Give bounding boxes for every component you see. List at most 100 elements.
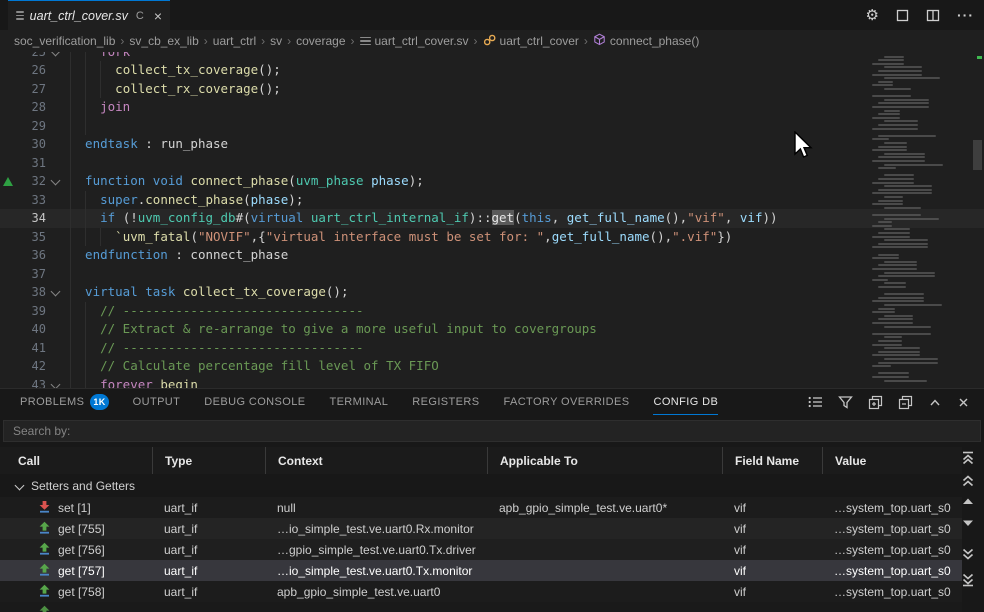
cell-applicable: apb_gpio_simple_test.ve.uart0* [487, 501, 722, 515]
token: forever [100, 377, 153, 389]
minimap-line [878, 124, 918, 126]
scroll-up-icon[interactable] [960, 496, 976, 506]
code-line[interactable]: 34if (!uvm_config_db#(virtual uart_ctrl_… [0, 209, 984, 228]
split-editor-icon[interactable] [926, 9, 940, 22]
maximize-panel-icon[interactable] [928, 396, 942, 409]
minimap-line [872, 322, 913, 324]
minimap-line [872, 344, 902, 346]
panel-tab-output[interactable]: OUTPUT [133, 389, 181, 415]
minimap-line [878, 70, 922, 72]
code-line[interactable]: 35`uvm_fatal("NOVIF",{"virtual interface… [0, 228, 984, 247]
code-line[interactable]: 38virtual task collect_tx_coverage(); [0, 283, 984, 302]
cell-type: uart_if [152, 501, 265, 515]
breadcrumb-folder[interactable]: soc_verification_lib [14, 34, 115, 48]
token: fork [100, 52, 130, 59]
tasklist-icon[interactable] [808, 395, 823, 409]
panel-tab-terminal[interactable]: TERMINAL [329, 389, 388, 415]
code-line[interactable]: 27collect_rx_coverage(); [0, 80, 984, 99]
token: #( [236, 210, 251, 225]
column-type[interactable]: Type [152, 447, 265, 474]
panel-tab-problems[interactable]: PROBLEMS1K [20, 389, 109, 415]
code-text: // -------------------------------- [66, 302, 984, 321]
minimap[interactable] [868, 52, 948, 388]
panel-tab-label: DEBUG CONSOLE [204, 396, 305, 408]
panel-actions [808, 389, 970, 415]
fold-spacer [46, 265, 66, 284]
code-line[interactable]: 29 [0, 117, 984, 136]
panel-tab-debug-console[interactable]: DEBUG CONSOLE [204, 389, 305, 415]
duplicate-minus-icon[interactable] [898, 395, 913, 410]
breadcrumb-separator: › [584, 34, 588, 48]
tab-close-icon[interactable]: × [154, 8, 162, 24]
scroll-to-top-icon[interactable] [960, 451, 976, 465]
group-setters-and-getters[interactable]: Setters and Getters [0, 476, 962, 496]
code-line[interactable]: 26collect_tx_coverage(); [0, 61, 984, 80]
search-input[interactable] [11, 423, 980, 439]
editor-scrollbar-thumb[interactable] [973, 140, 982, 170]
scroll-down-icon[interactable] [960, 518, 976, 528]
code-line[interactable]: 25fork [0, 52, 984, 61]
layout-square-icon[interactable] [896, 9, 909, 22]
breadcrumb-folder[interactable]: uart_ctrl [213, 34, 256, 48]
panel-tab-factory-overrides[interactable]: FACTORY OVERRIDES [503, 389, 629, 415]
fold-chevron-icon[interactable] [46, 376, 66, 389]
glyph-margin [0, 52, 20, 61]
breadcrumb-folder[interactable]: sv [270, 34, 282, 48]
column-call[interactable]: Call [0, 447, 152, 474]
column-value[interactable]: Value [822, 447, 962, 474]
code-line[interactable]: 30endtask : run_phase [0, 135, 984, 154]
code-line[interactable]: 39// -------------------------------- [0, 302, 984, 321]
page-down-icon[interactable] [960, 548, 976, 560]
code-line[interactable]: 36endfunction : connect_phase [0, 246, 984, 265]
panel-tab-config-db[interactable]: CONFIG DB [653, 389, 718, 415]
column-context[interactable]: Context [265, 447, 487, 474]
call-label: get [757] [58, 564, 105, 578]
more-actions-icon[interactable]: ··· [957, 8, 974, 22]
fold-chevron-icon[interactable] [46, 52, 66, 61]
breadcrumb-file[interactable]: uart_ctrl_cover.sv [360, 34, 469, 48]
minimap-line [872, 149, 907, 151]
code-line[interactable]: 32function void connect_phase(uvm_phase … [0, 172, 984, 191]
table-row-set1[interactable]: set [1]uart_ifnullapb_gpio_simple_test.v… [0, 497, 962, 518]
fold-chevron-icon[interactable] [46, 283, 66, 302]
breadcrumb-folder[interactable]: sv_cb_ex_lib [129, 34, 198, 48]
table-row-get758[interactable]: get [758]uart_ifapb_gpio_simple_test.ve.… [0, 581, 962, 602]
filter-icon[interactable] [838, 395, 853, 409]
page-up-icon[interactable] [960, 475, 976, 487]
code-line[interactable]: 41// -------------------------------- [0, 339, 984, 358]
code-line[interactable]: 43forever begin [0, 376, 984, 389]
token: task [145, 284, 175, 299]
fold-chevron-icon[interactable] [46, 172, 66, 191]
token: get [492, 210, 515, 225]
minimap-line [872, 236, 910, 238]
cell-call: set [1] [0, 500, 152, 516]
token: `uvm_fatal [115, 229, 190, 244]
token: // Extract & re-arrange to give a more u… [100, 321, 597, 336]
scroll-to-bottom-icon[interactable] [960, 573, 976, 587]
code-editor[interactable]: 25fork26collect_tx_coverage();27collect_… [0, 52, 984, 388]
file-icon [16, 9, 24, 21]
code-line[interactable]: 40// Extract & re-arrange to give a more… [0, 320, 984, 339]
table-row-get756[interactable]: get [756]uart_if…gpio_simple_test.ve.uar… [0, 539, 962, 560]
minimap-line [872, 300, 924, 302]
breadcrumb-folder[interactable]: coverage [296, 34, 345, 48]
code-line[interactable]: 37 [0, 265, 984, 284]
breadcrumb-method[interactable]: connect_phase() [593, 33, 699, 49]
tab-uart-ctrl-cover[interactable]: uart_ctrl_cover.sv C × [8, 0, 170, 30]
code-line[interactable]: 42// Calculate percentage fill level of … [0, 357, 984, 376]
table-row-get755[interactable]: get [755]uart_if…io_simple_test.ve.uart0… [0, 518, 962, 539]
code-line[interactable]: 28join [0, 98, 984, 117]
minimap-line [878, 189, 932, 191]
configdb-search[interactable] [3, 420, 981, 442]
duplicate-plus-icon[interactable] [868, 395, 883, 410]
code-line[interactable]: 33super.connect_phase(phase); [0, 191, 984, 210]
settings-gear-icon[interactable]: ⚙ [866, 8, 879, 23]
table-row-get757[interactable]: get [757]uart_if…io_simple_test.ve.uart0… [0, 560, 962, 581]
column-field-name[interactable]: Field Name [722, 447, 822, 474]
table-row-partial[interactable] [0, 602, 962, 612]
cell-field: vif [722, 522, 822, 536]
code-line[interactable]: 31 [0, 154, 984, 173]
breadcrumb-class[interactable]: uart_ctrl_cover [483, 34, 579, 49]
panel-tab-registers[interactable]: REGISTERS [412, 389, 479, 415]
column-applicable-to[interactable]: Applicable To [487, 447, 722, 474]
